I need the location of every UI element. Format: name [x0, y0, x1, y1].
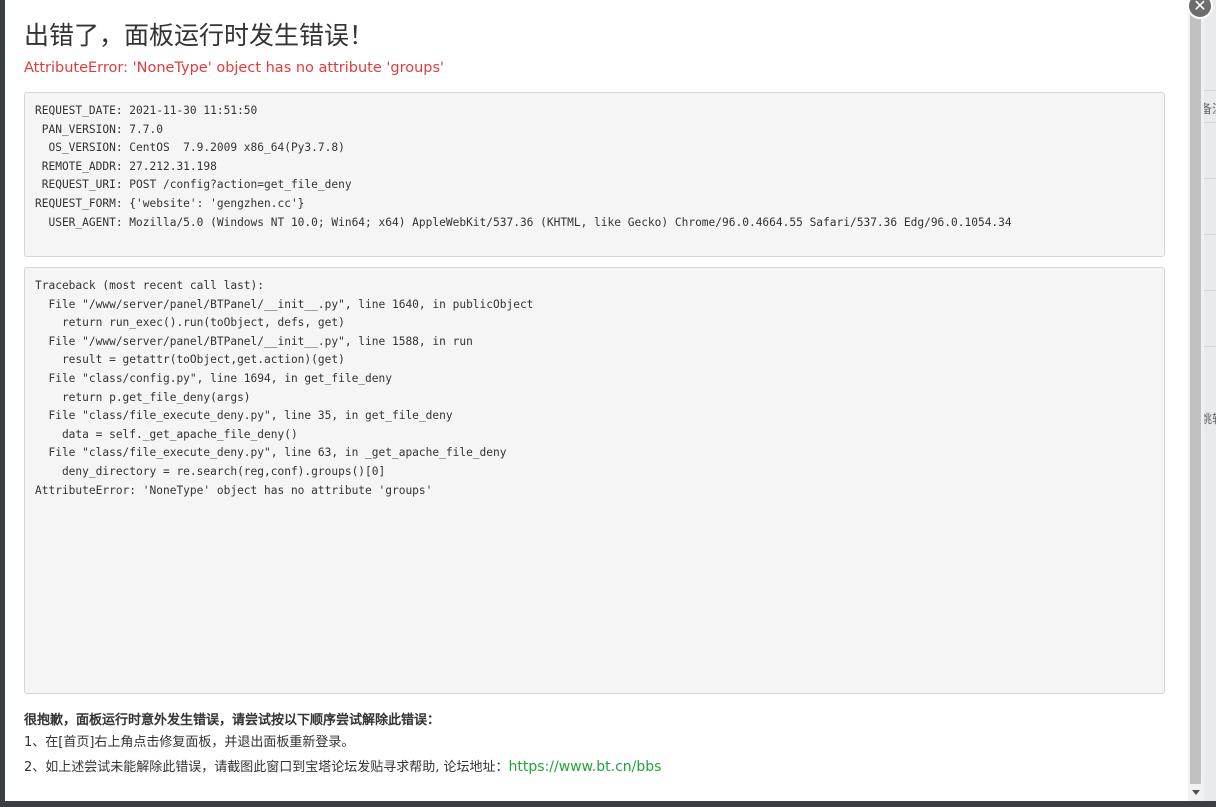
dialog-title: 出错了，面板运行时发生错误！: [24, 21, 375, 50]
error-dialog: 出错了，面板运行时发生错误！ AttributeError: 'NoneType…: [5, 0, 1188, 801]
help-step-2-text: 2、如上述尝试未能解除此错误，请截图此窗口到宝塔论坛发贴寻求帮助, 论坛地址：: [24, 760, 509, 775]
close-icon: ✕: [1193, 0, 1207, 15]
forum-link[interactable]: https://www.bt.cn/bbs: [509, 759, 662, 775]
help-step-1: 1、在[首页]右上角点击修复面板，并退出面板重新登录。: [24, 735, 355, 750]
help-section: 很抱歉，面板运行时意外发生错误，请尝试按以下顺序尝试解除此错误： 1、在[首页]…: [24, 712, 661, 782]
error-message: AttributeError: 'NoneType' object has no…: [24, 60, 445, 76]
help-step-2: 2、如上述尝试未能解除此错误，请截图此窗口到宝塔论坛发贴寻求帮助, 论坛地址：h…: [24, 758, 661, 782]
traceback-box: Traceback (most recent call last): File …: [24, 267, 1165, 694]
dialog-scrollbar[interactable]: [1188, 0, 1204, 801]
scroll-down-arrow-icon[interactable]: [1192, 790, 1200, 795]
request-info-box: REQUEST_DATE: 2021-11-30 11:51:50 PAN_VE…: [24, 92, 1165, 257]
help-heading: 很抱歉，面板运行时意外发生错误，请尝试按以下顺序尝试解除此错误：: [24, 713, 441, 728]
traceback-text: Traceback (most recent call last): File …: [35, 279, 534, 497]
background-bottom-edge: [0, 801, 1216, 807]
scrollbar-thumb[interactable]: [1190, 14, 1201, 784]
request-info-text: REQUEST_DATE: 2021-11-30 11:51:50 PAN_VE…: [35, 104, 1012, 229]
